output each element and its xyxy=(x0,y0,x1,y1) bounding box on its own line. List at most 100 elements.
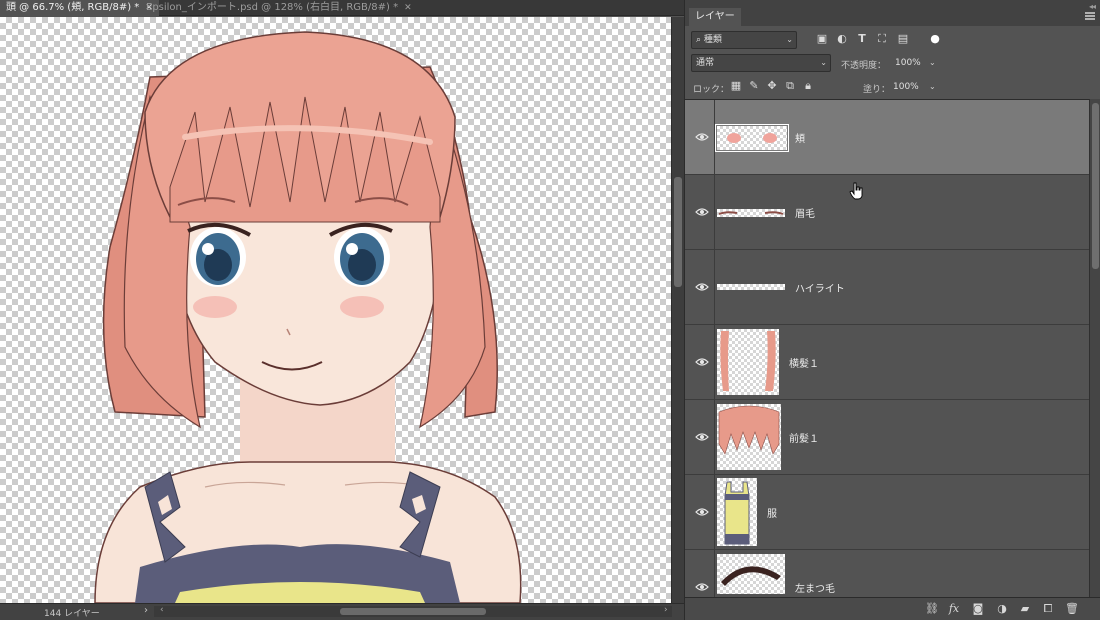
lock-position-icon[interactable]: ✥ xyxy=(765,79,779,93)
scroll-left-arrow-icon[interactable]: ‹ xyxy=(160,605,164,615)
status-menu-arrow-icon[interactable]: › xyxy=(144,605,148,616)
document-canvas[interactable] xyxy=(0,17,671,603)
layer-row-cheek[interactable]: 頬 xyxy=(685,100,1089,175)
hand-cursor-icon xyxy=(849,182,863,200)
left-eyelash-thumbnail xyxy=(721,566,781,586)
layer-row-bangs[interactable]: 前髪１ xyxy=(685,400,1089,475)
layer-name: 服 xyxy=(767,509,777,520)
search-icon: ⌕ xyxy=(696,35,702,45)
lock-all-icon[interactable]: 🔒︎ xyxy=(801,79,815,93)
filter-kind-value: 種類 xyxy=(703,35,722,45)
chevron-down-icon[interactable]: ⌄ xyxy=(929,58,936,67)
lock-transparent-pixels-icon[interactable]: ▦ xyxy=(729,79,743,93)
divider xyxy=(714,100,715,175)
layer-row-highlight[interactable]: ハイライト xyxy=(685,250,1089,325)
opacity-value[interactable]: 100% xyxy=(895,58,921,68)
divider xyxy=(714,250,715,325)
fill-label: 塗り： xyxy=(863,85,891,95)
tab-layers[interactable]: レイヤー xyxy=(689,8,741,26)
filter-toggle-icon[interactable]: ● xyxy=(928,32,942,46)
link-layers-icon[interactable]: ⛓ xyxy=(925,601,939,617)
divider xyxy=(714,475,715,550)
scroll-thumb[interactable] xyxy=(1092,103,1099,269)
cheek-blush-thumbnail xyxy=(727,133,777,143)
canvas-vertical-scrollbar[interactable] xyxy=(671,17,684,603)
chevron-down-icon: ⌄ xyxy=(786,35,793,44)
layer-name: 眉毛 xyxy=(795,209,815,220)
panel-menu-icon[interactable] xyxy=(1085,12,1095,20)
new-adjustment-layer-icon[interactable]: ◑ xyxy=(995,601,1009,617)
lock-artboard-icon[interactable]: ⧉ xyxy=(783,79,797,93)
bangs-thumbnail xyxy=(718,405,780,455)
lock-row: ロック： ▦ ✎ ✥ ⧉ 🔒︎ 塗り： 100% ⌄ xyxy=(685,76,1100,100)
layer-row-side-hair[interactable]: 横髪１ xyxy=(685,325,1089,400)
pixel-layer-filter-icon[interactable]: ▣ xyxy=(815,32,829,46)
document-tab-label: 頭 @ 66.7% (頬, RGB/8#) * xyxy=(6,2,140,13)
layer-filter-row: ⌕ 種類 ⌄ ▣ ◐ T ⛶ ▤ ● xyxy=(685,28,1100,52)
new-layer-icon[interactable]: ⧠ xyxy=(1041,601,1055,617)
scroll-thumb[interactable] xyxy=(340,608,486,615)
collapse-icon[interactable]: ◂◂ xyxy=(1089,2,1096,11)
divider xyxy=(714,175,715,250)
document-tab-head[interactable]: 頭 @ 66.7% (頬, RGB/8#) * ✕ xyxy=(0,0,159,16)
close-icon[interactable]: ✕ xyxy=(404,3,412,13)
layer-style-fx-icon[interactable]: fx xyxy=(947,601,961,617)
fill-value[interactable]: 100% xyxy=(893,82,919,92)
trash-icon[interactable]: 🗑︎ xyxy=(1065,601,1079,617)
layer-thumbnail xyxy=(717,554,785,594)
eye-icon[interactable] xyxy=(695,430,709,444)
eye-icon[interactable] xyxy=(695,130,709,144)
divider xyxy=(714,325,715,400)
divider xyxy=(714,400,715,475)
lock-image-pixels-icon[interactable]: ✎ xyxy=(747,79,761,93)
layer-row-eyebrows[interactable]: 眉毛 xyxy=(685,175,1089,250)
eye-icon[interactable] xyxy=(695,205,709,219)
layer-row-clothes[interactable]: 服 xyxy=(685,475,1089,550)
layer-name: 左まつ毛 xyxy=(795,584,835,595)
chevron-down-icon[interactable]: ⌄ xyxy=(929,82,936,91)
blend-mode-select[interactable]: 通常 ⌄ xyxy=(691,54,831,72)
scroll-thumb[interactable] xyxy=(674,177,682,287)
eye-icon[interactable] xyxy=(695,280,709,294)
eye-icon[interactable] xyxy=(695,355,709,369)
layer-thumbnail xyxy=(717,404,781,470)
document-tab-epsilon[interactable]: Epsilon_インポート.psd @ 128% (右白目, RGB/8#) *… xyxy=(140,0,418,16)
eyebrows-thumbnail xyxy=(718,211,784,215)
opacity-label: 不透明度： xyxy=(841,61,887,71)
eye-icon[interactable] xyxy=(695,580,709,594)
filter-kind-select[interactable]: ⌕ 種類 ⌄ xyxy=(691,31,797,49)
type-layer-filter-icon[interactable]: T xyxy=(855,32,869,46)
status-bar: 144 レイヤー › ‹ › xyxy=(0,603,684,620)
document-tab-bar: 頭 @ 66.7% (頬, RGB/8#) * ✕ Epsilon_インポート.p… xyxy=(0,0,684,16)
layer-thumbnail xyxy=(717,478,757,546)
scroll-right-arrow-icon[interactable]: › xyxy=(664,605,668,615)
layer-thumbnail xyxy=(717,209,785,217)
blend-mode-row: 通常 ⌄ 不透明度： 100% ⌄ xyxy=(685,52,1100,76)
layers-panel-footer: ⛓ fx ◙ ◑ ▰ ⧠ 🗑︎ xyxy=(685,597,1100,620)
layer-name: 前髪１ xyxy=(789,434,819,445)
clothes-thumbnail xyxy=(724,481,750,545)
layer-thumbnail xyxy=(717,284,785,290)
eye-icon[interactable] xyxy=(695,505,709,519)
document-tab-label: Epsilon_インポート.psd @ 128% (右白目, RGB/8#) * xyxy=(146,2,399,13)
character-artwork xyxy=(94,31,522,603)
canvas-horizontal-scrollbar[interactable] xyxy=(154,606,672,617)
layer-name: 横髪１ xyxy=(789,359,819,370)
adjustment-layer-filter-icon[interactable]: ◐ xyxy=(835,32,849,46)
layer-thumbnail xyxy=(715,124,789,152)
layer-list-scrollbar[interactable] xyxy=(1089,99,1100,597)
panel-header: レイヤー ◂◂ xyxy=(685,0,1100,26)
add-mask-icon[interactable]: ◙ xyxy=(971,601,985,617)
chevron-down-icon: ⌄ xyxy=(820,58,827,67)
shape-layer-filter-icon[interactable]: ⛶ xyxy=(875,32,889,46)
side-hair-thumbnail xyxy=(720,331,776,391)
smart-object-filter-icon[interactable]: ▤ xyxy=(896,32,910,46)
layer-list: 頬 眉毛 ハイライト 横髪１ 前髪１ 服 左まつ毛 xyxy=(685,99,1089,597)
layer-count-status: 144 レイヤー xyxy=(44,609,100,619)
layers-panel: レイヤー ◂◂ ⌕ 種類 ⌄ ▣ ◐ T ⛶ ▤ ● 通常 ⌄ 不透明度： 10… xyxy=(684,0,1100,620)
layer-thumbnail xyxy=(717,329,779,395)
new-group-folder-icon[interactable]: ▰ xyxy=(1018,601,1032,617)
lock-label: ロック： xyxy=(693,85,730,95)
layer-row-left-eyelash[interactable]: 左まつ毛 xyxy=(685,550,1089,597)
layer-name: ハイライト xyxy=(795,284,845,295)
